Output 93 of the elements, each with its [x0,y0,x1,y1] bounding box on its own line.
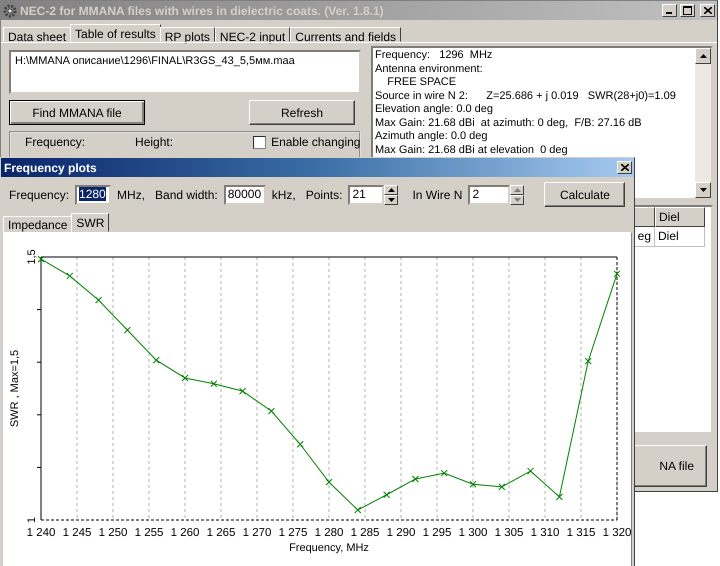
x-tick-label: 1 250 [98,527,128,539]
unit-label: MHz, [117,188,146,202]
x-tick-label: 1 315 [566,527,596,539]
x-tick-label: 1 305 [494,527,524,539]
close-button[interactable] [617,161,632,174]
field-label: Points: [306,188,342,202]
up-arrow-icon [388,188,395,192]
dialog-title: Frequency plots [4,160,98,174]
x-tick-label: 1 290 [386,527,416,539]
point-marker [527,468,534,475]
point-marker [440,470,448,477]
y-tick-label: 1,5 [26,249,38,265]
gear-icon [3,4,17,18]
find-file-button[interactable]: Find MMANA file [9,100,145,125]
frequency-label: Frequency: [25,135,86,149]
point-marker [383,491,390,498]
down-arrow-icon [514,198,521,202]
x-tick-label: 1 240 [26,527,56,539]
point-marker [412,475,419,482]
tab[interactable]: Data sheet [3,27,72,42]
column-header: Diel [655,207,705,227]
down-arrow-icon [388,198,395,202]
result-line: Elevation angle: 0.0 deg [375,103,494,116]
scrollbar[interactable] [695,48,711,198]
up-arrow-icon [700,54,706,58]
refresh-button[interactable]: Refresh [249,100,355,125]
point-marker [268,408,275,415]
maximize-icon [683,6,692,15]
point-marker [124,326,131,334]
tab[interactable]: RP plots [160,27,215,42]
height-label: Height: [135,135,174,149]
point-marker [614,270,620,278]
point-marker [210,380,218,388]
result-line: Frequency: 1296 MHz [375,49,494,62]
x-tick-label: 1 320 [602,527,632,539]
field-label: In Wire N [412,188,462,202]
tab[interactable]: Table of results [70,24,161,42]
point-marker [498,483,506,490]
x-tick-label: 1 265 [206,527,236,539]
spin-button[interactable] [384,184,398,204]
point-marker [239,388,246,395]
table-cell: Diel [655,227,705,247]
x-axis-title: Frequency, MHz [289,542,369,554]
checkbox[interactable] [253,136,266,148]
point-marker [296,440,304,448]
unit-label: kHz, [272,188,296,202]
file-path-field[interactable]: H:\MMANA описание\1296\FINAL\R3GS_43_5,5мм.maa [9,50,361,94]
tab[interactable]: Impedance [3,216,72,232]
checkbox-label: Enable changing [271,135,360,149]
result-line: Max Gain: 21.68 dBi at elevation 0 deg [375,144,569,157]
y-tick-label: 1 [26,516,38,524]
close-button[interactable] [700,4,715,17]
point-marker [38,256,44,263]
close-icon [620,164,628,171]
point-marker [584,358,592,365]
result-line: FREE SPACE [386,76,458,90]
point-marker [556,493,563,500]
field-label: Frequency: [9,188,70,202]
calculate-button[interactable]: Calculate [544,182,626,207]
x-tick-label: 1 300 [458,527,488,539]
x-tick-label: 1 285 [350,527,380,539]
input-field[interactable]: 80000 [224,184,266,204]
x-tick-label: 1 245 [62,527,92,539]
x-tick-label: 1 295 [422,527,452,539]
point-marker [326,478,332,486]
tab[interactable]: NEC-2 input [214,27,290,42]
x-tick-label: 1 280 [314,527,344,539]
point-marker [95,296,102,304]
x-tick-label: 1 255 [134,527,164,539]
x-tick-label: 1 260 [170,527,200,539]
tab[interactable]: SWR [71,213,110,232]
result-line: Max Gain: 21.68 dBi at azimuth: 0 deg, F/B: 27.16 dB [375,116,643,130]
close-icon [704,7,712,14]
result-line: Antenna environment: [375,62,484,76]
point-marker [182,374,188,382]
tab[interactable]: Currents and fields [290,27,401,42]
down-arrow-icon [700,188,706,192]
point-marker [66,272,74,280]
input-field[interactable]: 21 [348,184,384,204]
field-label: Band width: [155,188,218,202]
input-field[interactable]: 1280 [75,184,112,204]
up-arrow-icon [514,188,521,192]
minimize-button[interactable] [662,4,677,17]
maximize-button[interactable] [680,4,695,17]
x-tick-label: 1 275 [278,527,308,539]
point-marker [354,506,362,514]
point-marker [470,480,476,488]
result-line: Source in wire N 2: Z=25.686 + j 0.019 SWR(28+j0)=1.09 [375,90,677,103]
result-line: Azimuth angle: 0.0 deg [375,130,489,144]
x-tick-label: 1 270 [242,527,272,539]
x-tick-label: 1 310 [530,527,560,539]
y-axis-title: SWR , Max=1,5 [9,350,21,428]
point-marker [152,356,160,364]
